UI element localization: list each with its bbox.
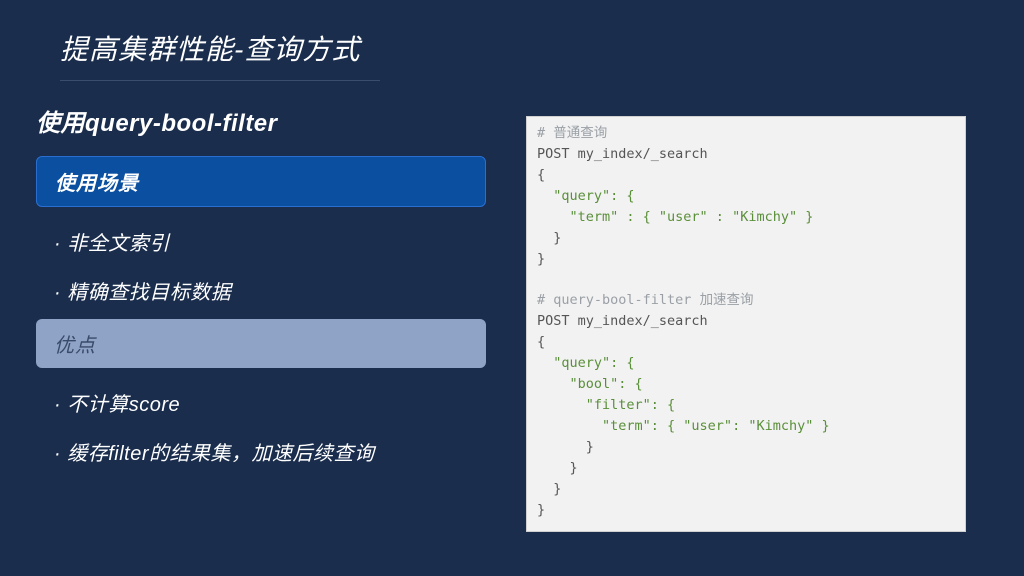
code-req-1: POST my_index/_search — [537, 146, 708, 162]
code-panel: # 普通查询 POST my_index/_search { "query": … — [526, 116, 966, 532]
code-line: { — [537, 167, 545, 183]
usage-item-0: 非全文索引 — [36, 221, 496, 270]
content-row: 使用场景 非全文索引 精确查找目标数据 优点 不计算score 缓存filter… — [0, 156, 1024, 532]
code-comment-1: # 普通查询 — [537, 125, 607, 141]
usage-badge: 使用场景 — [36, 156, 486, 207]
advantage-badge: 优点 — [36, 319, 486, 368]
code-line: } — [537, 481, 561, 497]
code-line: { — [537, 334, 545, 350]
code-line: "filter": { — [537, 397, 675, 413]
advantage-item-0: 不计算score — [36, 382, 496, 431]
code-line: } — [537, 230, 561, 246]
code-line: "term" : { "user" : "Kimchy" } — [537, 209, 813, 225]
code-line: } — [537, 460, 578, 476]
code-line: "bool": { — [537, 376, 643, 392]
code-line: "query": { — [537, 355, 635, 371]
code-line: } — [537, 251, 545, 267]
code-line: "query": { — [537, 188, 635, 204]
code-comment-2a: # query-bool-filter — [537, 292, 700, 308]
code-line: "term": { "user": "Kimchy" } — [537, 418, 830, 434]
code-line: } — [537, 502, 545, 518]
code-line: } — [537, 439, 594, 455]
advantage-item-1: 缓存filter的结果集，加速后续查询 — [36, 431, 496, 480]
usage-item-1: 精确查找目标数据 — [36, 270, 496, 319]
slide-title: 提高集群性能-查询方式 — [0, 0, 1024, 80]
code-comment-2b: 加速查询 — [700, 292, 754, 308]
left-column: 使用场景 非全文索引 精确查找目标数据 优点 不计算score 缓存filter… — [36, 156, 496, 532]
code-block: # 普通查询 POST my_index/_search { "query": … — [537, 123, 955, 521]
code-req-2: POST my_index/_search — [537, 313, 708, 329]
